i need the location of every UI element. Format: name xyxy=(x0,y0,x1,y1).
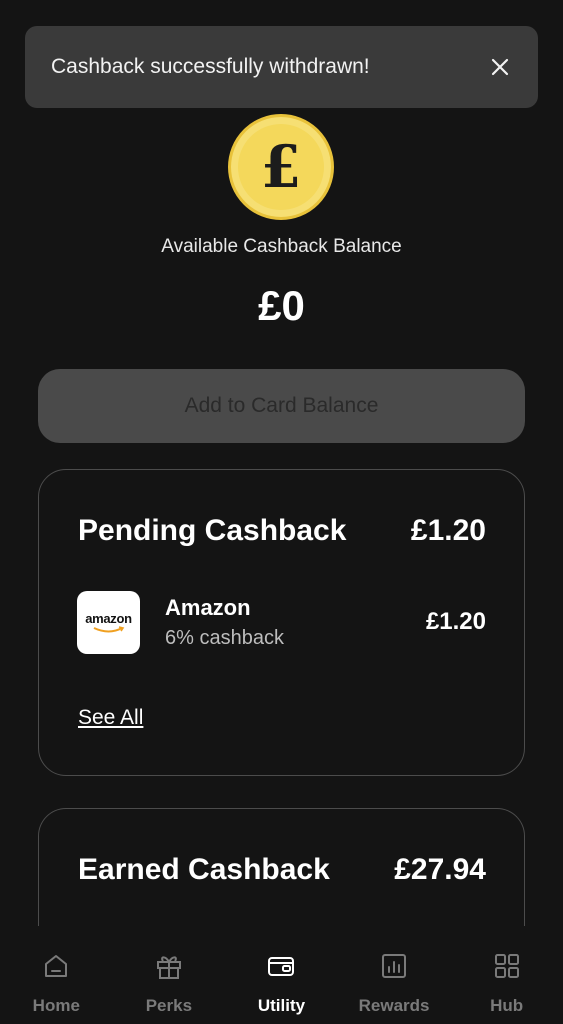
balance-amount: £0 xyxy=(258,282,305,329)
see-all-link[interactable]: See All xyxy=(78,706,143,730)
gift-icon xyxy=(153,950,185,982)
nav-item-home[interactable]: Home xyxy=(11,950,101,1016)
nav-label-rewards: Rewards xyxy=(358,996,430,1015)
grid-icon xyxy=(491,950,523,982)
amazon-logo-text: amazon xyxy=(85,610,132,626)
amazon-logo: amazon xyxy=(77,590,140,654)
list-item[interactable]: amazon Amazon 6% cashback £1.20 xyxy=(77,590,486,654)
nav-label-home: Home xyxy=(32,996,80,1015)
earned-cashback-header: Earned Cashback £27.94 xyxy=(78,853,486,887)
wallet-icon xyxy=(265,950,297,982)
toast-notification: Cashback successfully withdrawn! xyxy=(25,26,538,108)
amazon-smile-icon xyxy=(93,625,124,632)
pound-coin-icon: £ xyxy=(228,114,334,220)
pending-cashback-header: Pending Cashback £1.20 xyxy=(78,514,486,548)
nav-label-hub: Hub xyxy=(490,996,524,1015)
nav-item-perks[interactable]: Perks xyxy=(124,950,214,1016)
close-icon[interactable] xyxy=(486,53,514,81)
toast-message: Cashback successfully withdrawn! xyxy=(51,55,370,78)
pending-cashback-title: Pending Cashback xyxy=(78,514,347,547)
balance-label: Available Cashback Balance xyxy=(161,236,402,257)
chart-icon xyxy=(378,950,410,982)
bottom-nav: Home Perks Utility Rewards Hub xyxy=(0,926,563,1024)
merchant-amount: £1.20 xyxy=(425,608,486,635)
merchant-name: Amazon xyxy=(165,594,251,620)
nav-item-utility[interactable]: Utility xyxy=(236,950,326,1016)
coin-symbol: £ xyxy=(260,133,302,201)
merchant-info: Amazon 6% cashback xyxy=(165,595,426,650)
earned-cashback-title: Earned Cashback xyxy=(78,853,330,886)
nav-label-perks: Perks xyxy=(145,996,193,1015)
add-to-card-balance-button[interactable]: Add to Card Balance xyxy=(38,369,525,443)
nav-item-hub[interactable]: Hub xyxy=(462,950,552,1016)
pending-cashback-card: Pending Cashback £1.20 amazon Amazon 6% … xyxy=(38,469,525,776)
merchant-rate: 6% cashback xyxy=(165,626,284,649)
home-icon xyxy=(40,950,72,982)
nav-item-rewards[interactable]: Rewards xyxy=(349,950,439,1016)
nav-label-utility: Utility xyxy=(257,996,306,1015)
pending-cashback-total: £1.20 xyxy=(410,514,486,547)
earned-cashback-total: £27.94 xyxy=(394,853,486,886)
